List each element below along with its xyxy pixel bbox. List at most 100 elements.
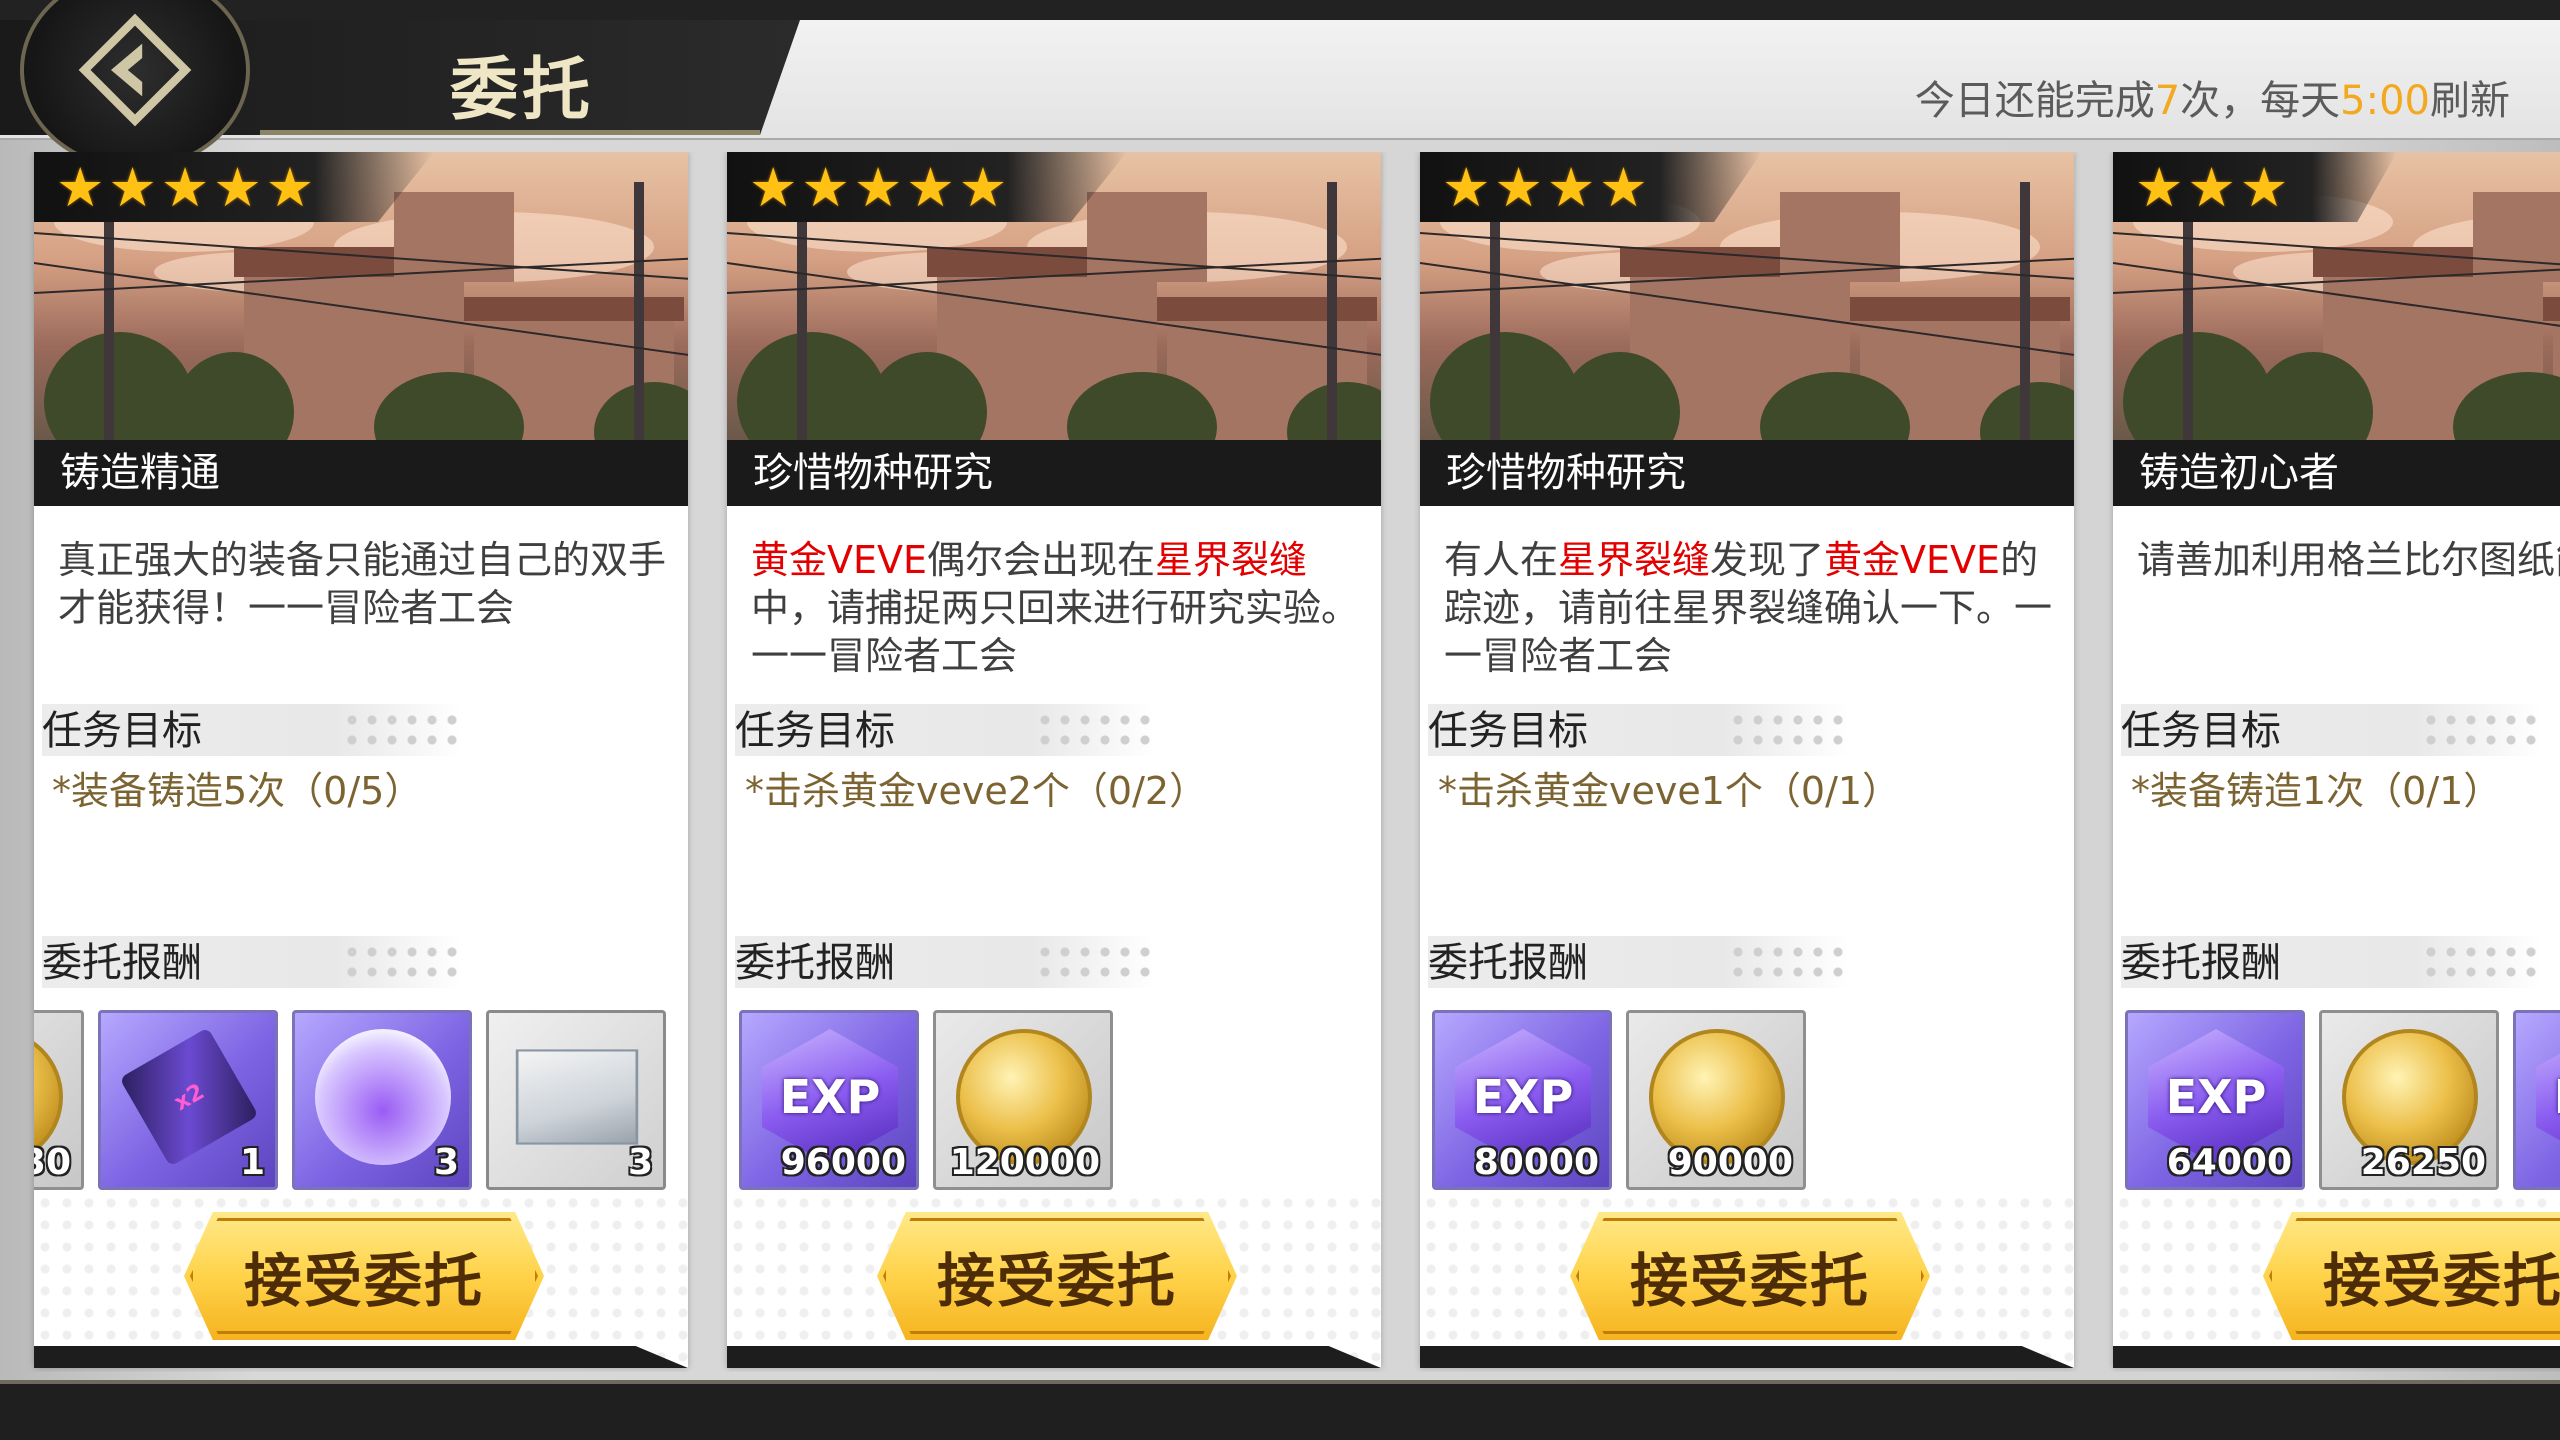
reward-section-label: 委托报酬 (42, 940, 202, 986)
goal-section-header: 任务目标 (2121, 704, 2541, 756)
reward-item[interactable]: 30 (34, 1010, 84, 1190)
card-footer-bar (727, 1346, 1381, 1368)
reward-count: 96000 (780, 1142, 906, 1183)
card-title: 铸造精通 (34, 440, 688, 506)
star-icon: ★ (56, 155, 105, 219)
reward-count: 120000 (949, 1142, 1100, 1183)
reward-item[interactable]: EXP 80000 (1432, 1010, 1612, 1190)
goal-section-label: 任务目标 (2121, 708, 2281, 754)
star-rating: ★ ★ ★ ★ ★ (34, 152, 434, 222)
star-icon: ★ (801, 155, 850, 219)
commission-card: ★★★铸造初心者请善加利用格兰比尔图纸能……任务目标*装备铸造1次（0/1）委托… (2113, 152, 2560, 1368)
star-icon: ★ (213, 155, 262, 219)
star-icon: ★ (749, 155, 798, 219)
card-footer-bar (1420, 1346, 2074, 1368)
commission-card: ★ ★ ★ ★ ★ 铸造精通 真正强大的装备只能通过自己的双手才能获得！一一冒险者工会 任务目… (34, 152, 688, 1368)
commission-card: ★ ★ ★ ★ 珍惜物种研究 有人在星界裂缝发现了黄金VEVE的踪迹，请前往星界裂缝确认一… (1420, 152, 2074, 1368)
reward-list: 30 x21 3 3 (34, 1010, 666, 1194)
star-icon: ★ (853, 155, 903, 219)
highlight-text: 星界裂缝 (1155, 538, 1308, 582)
reward-item[interactable]: 3 (292, 1010, 472, 1190)
description-text: 偶尔会出现在 (927, 538, 1156, 582)
goal-requirement: *装备铸造1次（0/1） (2131, 769, 2502, 813)
reward-count: 30 (34, 1142, 71, 1183)
accept-commission-button[interactable]: 接受委托 (2263, 1212, 2560, 1340)
reward-item[interactable]: x2 1 (98, 1010, 278, 1190)
reward-section-label: 委托报酬 (735, 940, 895, 986)
highlight-text: 星界裂缝 (1558, 538, 1711, 582)
reward-item[interactable]: EXP 64000 (2125, 1010, 2305, 1190)
reward-item[interactable]: 90000 (1626, 1010, 1806, 1190)
reward-list: EXP 96000 120000 (739, 1010, 1113, 1194)
star-icon: ★ (265, 155, 315, 219)
star-icon: ★ (1546, 155, 1596, 219)
star-icon: ★ (2187, 155, 2236, 219)
star-icon: ★ (160, 155, 210, 219)
accept-button-label: 接受委托 (1629, 1247, 1870, 1315)
metal-crate-icon (515, 1049, 639, 1145)
star-icon: ★ (2239, 155, 2289, 219)
scenery-pole (1327, 182, 1337, 472)
scenery-roof (464, 297, 684, 321)
description-text: 有人在 (1444, 538, 1559, 582)
reward-section-header: 委托报酬 (2121, 936, 2541, 988)
decorative-dots (1728, 942, 1848, 982)
refresh-info-post: 刷新 (2430, 78, 2510, 124)
remaining-count: 7 (2154, 78, 2181, 124)
bottom-frame (0, 1380, 2560, 1440)
card-title: 珍惜物种研究 (1420, 440, 2074, 506)
description-text: 真正强大的装备只能通过自己的双手才能获得！一一冒险者工会 (58, 538, 667, 630)
scenery-roof (1850, 297, 2070, 321)
refresh-info-pre: 今日还能完成 (1914, 78, 2155, 124)
reward-item[interactable]: 120000 (933, 1010, 1113, 1190)
accept-commission-button[interactable]: 接受委托 (184, 1212, 544, 1340)
scenery-pole (2183, 212, 2193, 472)
accept-commission-button[interactable]: 接受委托 (877, 1212, 1237, 1340)
card-description: 真正强大的装备只能通过自己的双手才能获得！一一冒险者工会 (58, 536, 678, 632)
exp-crystal-icon: EXP (2536, 1029, 2560, 1165)
goal-section-header: 任务目标 (1428, 704, 1848, 756)
description-text: 发现了 (1710, 538, 1825, 582)
accept-commission-button[interactable]: 接受委托 (1570, 1212, 1930, 1340)
reward-count: 3 (627, 1142, 653, 1183)
star-icon: ★ (906, 155, 955, 219)
highlight-text: 黄金VEVE (1824, 538, 2001, 582)
accept-button-label: 接受委托 (243, 1247, 484, 1315)
decorative-dots (1035, 710, 1155, 750)
decorative-dots (1728, 710, 1848, 750)
scenery-roof (1157, 297, 1377, 321)
accept-button-label: 接受委托 (936, 1247, 1177, 1315)
goal-section-header: 任务目标 (735, 704, 1155, 756)
reward-count: 90000 (1667, 1142, 1793, 1183)
refresh-info-mid: 次，每天 (2180, 78, 2341, 124)
goal-section-label: 任务目标 (1428, 708, 1588, 754)
card-footer-bar (34, 1346, 688, 1368)
description-text: 请善加利用格兰比尔图纸能…… (2137, 538, 2560, 582)
commission-card: ★ ★ ★ ★ ★ 珍惜物种研究 黄金VEVE偶尔会出现在星界裂缝中，请捕捉两只回来进行研究… (727, 152, 1381, 1368)
scenery-pole (104, 212, 114, 472)
page-title: 委托 (450, 50, 595, 130)
scenery-pole (634, 182, 644, 472)
scenery-pole (2020, 182, 2030, 472)
decorative-dots (2421, 942, 2541, 982)
reward-item[interactable]: EXP 96000 (739, 1010, 919, 1190)
reward-list: EXP64000 26250 EXP (2125, 1010, 2560, 1194)
card-title: 珍惜物种研究 (727, 440, 1381, 506)
back-arrow-icon (78, 13, 192, 127)
star-icon: ★ (1599, 155, 1648, 219)
card-footer-bar (2113, 1346, 2560, 1368)
star-rating: ★ ★ ★ (2113, 152, 2397, 222)
reward-count: 26250 (2360, 1142, 2486, 1183)
reward-item[interactable]: EXP (2513, 1010, 2560, 1190)
reward-section-header: 委托报酬 (1428, 936, 1848, 988)
decorative-dots (342, 710, 462, 750)
goal-requirement: *击杀黄金veve1个（0/1） (1438, 769, 1901, 813)
reward-item[interactable]: 3 (486, 1010, 666, 1190)
reward-section-label: 委托报酬 (2121, 940, 2281, 986)
goal-requirement: *击杀黄金veve2个（0/2） (745, 769, 1208, 813)
star-icon: ★ (108, 155, 157, 219)
reward-item[interactable]: 26250 (2319, 1010, 2499, 1190)
reward-section-header: 委托报酬 (735, 936, 1155, 988)
card-description: 黄金VEVE偶尔会出现在星界裂缝中，请捕捉两只回来进行研究实验。一一冒险者工会 (751, 536, 1371, 680)
scenery-pole (1490, 212, 1500, 472)
